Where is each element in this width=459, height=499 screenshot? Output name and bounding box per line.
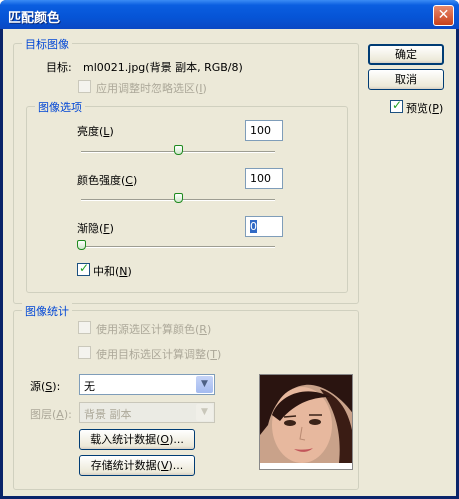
preview-checkbox[interactable]: ✓ bbox=[390, 98, 403, 113]
portrait-image bbox=[260, 375, 352, 469]
cancel-button[interactable]: 取消 bbox=[368, 69, 444, 90]
dialog-title: 匹配颜色 bbox=[8, 11, 61, 26]
source-label: 源(S): bbox=[30, 380, 61, 393]
use-target-selection-checkbox[interactable] bbox=[78, 346, 91, 359]
title-bar[interactable]: 匹配颜色 ✕ bbox=[0, 0, 459, 29]
load-statistics-button[interactable]: 载入统计数据(O)... bbox=[79, 429, 195, 450]
use-source-selection-checkbox[interactable] bbox=[78, 321, 91, 334]
fade-slider[interactable] bbox=[81, 246, 275, 248]
preview-label: 预览(P) bbox=[406, 102, 444, 115]
dialog-body: 目标图像 目标: ml0021.jpg(背景 副本, RGB/8) 应用调整时忽… bbox=[3, 29, 456, 496]
target-value: ml0021.jpg(背景 副本, RGB/8) bbox=[83, 61, 243, 74]
image-statistics-group-title: 图像统计 bbox=[22, 303, 72, 319]
image-options-group-title: 图像选项 bbox=[35, 99, 85, 115]
match-color-dialog: 匹配颜色 ✕ 目标图像 目标: ml0021.jpg(背景 副本, RGB/8)… bbox=[0, 0, 459, 499]
fade-value: 0 bbox=[250, 220, 257, 233]
use-source-selection-label: 使用源选区计算颜色(R) bbox=[96, 323, 212, 336]
layer-label: 图层(A): bbox=[30, 408, 72, 421]
source-select-value: 无 bbox=[84, 380, 95, 393]
target-label: 目标: bbox=[46, 61, 72, 74]
ok-button[interactable]: 确定 bbox=[368, 44, 444, 65]
chevron-down-icon[interactable]: ▼ bbox=[196, 404, 213, 421]
color-intensity-label: 颜色强度(C) bbox=[77, 174, 138, 187]
luminance-slider-thumb[interactable] bbox=[174, 145, 183, 155]
ignore-selection-label: 应用调整时忽略选区(I) bbox=[96, 82, 207, 95]
use-target-selection-label: 使用目标选区计算调整(T) bbox=[96, 348, 222, 361]
color-intensity-slider-thumb[interactable] bbox=[174, 193, 183, 203]
neutralize-checkbox[interactable]: ✓ bbox=[77, 261, 90, 276]
source-select[interactable]: 无 ▼ bbox=[79, 374, 215, 395]
luminance-input[interactable]: 100 bbox=[245, 120, 283, 141]
check-mark-icon: ✓ bbox=[392, 98, 403, 112]
target-image-group-title: 目标图像 bbox=[22, 36, 72, 52]
check-mark-icon: ✓ bbox=[79, 261, 90, 275]
fade-slider-thumb[interactable] bbox=[77, 240, 86, 250]
layer-select[interactable]: 背景 副本 ▼ bbox=[79, 402, 215, 423]
neutralize-label: 中和(N) bbox=[93, 265, 132, 278]
save-statistics-button[interactable]: 存储统计数据(V)... bbox=[79, 455, 195, 476]
close-button[interactable]: ✕ bbox=[433, 5, 454, 26]
luminance-label: 亮度(L) bbox=[77, 125, 114, 138]
close-icon: ✕ bbox=[437, 7, 450, 23]
color-intensity-input[interactable]: 100 bbox=[245, 168, 283, 189]
fade-label: 渐隐(F) bbox=[77, 222, 114, 235]
chevron-down-icon[interactable]: ▼ bbox=[196, 376, 213, 393]
fade-input[interactable]: 0 bbox=[245, 216, 283, 237]
preview-thumbnail bbox=[259, 374, 353, 470]
ignore-selection-checkbox[interactable] bbox=[78, 80, 91, 93]
layer-select-value: 背景 副本 bbox=[84, 408, 132, 421]
